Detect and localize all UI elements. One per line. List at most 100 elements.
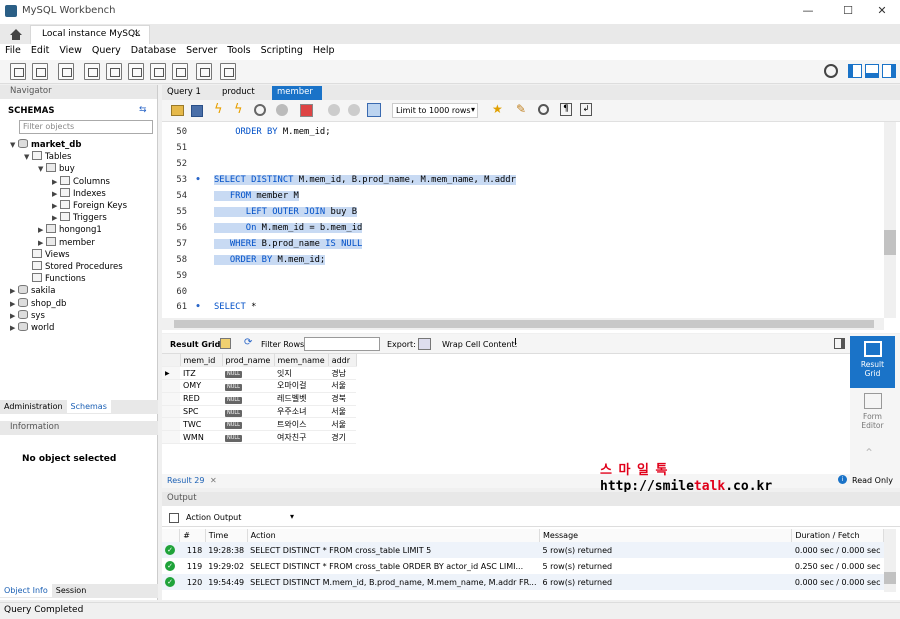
grid-cell[interactable]: NULL: [222, 430, 274, 445]
code-line[interactable]: 50 ORDER BY M.mem_id;: [162, 124, 884, 140]
output-mode-select[interactable]: Action Output ▾: [184, 511, 296, 525]
settings-gear-icon[interactable]: [824, 64, 838, 78]
row-selector[interactable]: [162, 392, 180, 406]
code-line[interactable]: 60: [162, 284, 884, 300]
grid-cell[interactable]: NULL: [222, 392, 274, 406]
toggle-continue-icon[interactable]: [300, 104, 313, 117]
connection-tab[interactable]: Local instance MySQL ✕: [30, 25, 150, 44]
menu-view[interactable]: View: [54, 44, 87, 58]
row-selector[interactable]: [162, 417, 180, 432]
code-line[interactable]: 58 ORDER BY M.mem_id;: [162, 252, 884, 268]
collapsed-arrow-icon[interactable]: ▶: [10, 312, 18, 320]
collapsed-arrow-icon[interactable]: ▶: [52, 202, 60, 210]
expanded-arrow-icon[interactable]: ▼: [38, 165, 46, 173]
autocommit-icon[interactable]: [367, 103, 381, 117]
execute-icon[interactable]: ϟ: [214, 102, 223, 117]
tree-item[interactable]: ▶ hongong1: [38, 224, 102, 235]
open-file-icon[interactable]: [171, 105, 184, 116]
tree-item[interactable]: ▶ world: [10, 322, 54, 333]
tab-administration[interactable]: Administration: [0, 400, 67, 413]
col-mem-id[interactable]: mem_id: [180, 354, 223, 368]
grid-cell[interactable]: SPC: [180, 405, 222, 419]
collapsed-arrow-icon[interactable]: ▶: [10, 324, 18, 332]
code-line[interactable]: 54 FROM member M: [162, 188, 884, 204]
output-row[interactable]: ✓ 118 19:28:38 SELECT DISTINCT * FROM cross…: [162, 542, 884, 558]
toggle-sidebar-icon[interactable]: [848, 64, 862, 78]
inspector-icon[interactable]: [58, 63, 74, 80]
find-icon[interactable]: [538, 104, 549, 115]
tree-item[interactable]: Stored Procedures: [24, 261, 123, 272]
grid-cell[interactable]: NULL: [222, 379, 274, 393]
code-line[interactable]: 55 LEFT OUTER JOIN buy B: [162, 204, 884, 220]
code-line[interactable]: 56 On M.mem_id = b.mem_id: [162, 220, 884, 236]
grid-cell[interactable]: NULL: [222, 366, 274, 381]
editor-horizontal-scrollbar[interactable]: [162, 318, 884, 330]
collapsed-arrow-icon[interactable]: ▶: [10, 287, 18, 295]
limit-rows-select[interactable]: Limit to 1000 rows ▾: [392, 103, 478, 118]
collapsed-arrow-icon[interactable]: ▶: [38, 239, 46, 247]
refresh-icon[interactable]: ⟳: [244, 337, 252, 348]
menu-tools[interactable]: Tools: [222, 44, 255, 58]
table-row[interactable]: SPC NULL 우주소녀 서울: [162, 405, 357, 419]
tree-item[interactable]: ▼ buy: [38, 163, 75, 174]
output-scroll-thumb[interactable]: [884, 572, 896, 584]
collapsed-arrow-icon[interactable]: ▶: [52, 190, 60, 198]
code-line[interactable]: 53 • SELECT DISTINCT M.mem_id, B.prod_name…: [162, 172, 884, 188]
menu-query[interactable]: Query: [87, 44, 126, 58]
tree-item[interactable]: ▶ Columns: [52, 175, 110, 187]
menu-file[interactable]: File: [0, 44, 26, 58]
explain-icon[interactable]: [254, 104, 266, 116]
new-sql-tab-icon[interactable]: [10, 63, 26, 80]
bookmark-star-icon[interactable]: ★: [492, 102, 503, 116]
grid-cell[interactable]: 트와이스: [274, 417, 329, 432]
tree-item[interactable]: ▶ Triggers: [52, 212, 107, 223]
tab-query-1[interactable]: Query 1: [162, 86, 206, 100]
current-row-arrow-icon[interactable]: ▶: [162, 366, 180, 381]
search-table-data-icon[interactable]: [196, 63, 212, 80]
collapsed-arrow-icon[interactable]: ▶: [10, 300, 18, 308]
rollback-icon[interactable]: [348, 104, 360, 116]
grid-cell[interactable]: TWC: [180, 417, 222, 432]
table-row[interactable]: WMN NULL 여자친구 경기: [162, 430, 357, 445]
home-icon[interactable]: [5, 25, 27, 43]
grid-cell[interactable]: WMN: [180, 430, 222, 445]
maximize-icon[interactable]: ☐: [838, 4, 858, 20]
tab-product[interactable]: product: [217, 86, 260, 100]
collapsed-arrow-icon[interactable]: ▶: [52, 178, 60, 186]
tab-result-29[interactable]: Result 29: [167, 476, 204, 485]
collapse-icon[interactable]: ⌃: [864, 446, 874, 460]
beautify-icon[interactable]: ✎: [516, 102, 526, 116]
code-line[interactable]: 51: [162, 140, 884, 156]
tab-object-info[interactable]: Object Info: [0, 584, 52, 597]
code-line[interactable]: 61 • SELECT *: [162, 299, 884, 315]
close-tab-icon[interactable]: ✕: [133, 29, 141, 39]
code-line[interactable]: 59: [162, 268, 884, 284]
menu-database[interactable]: Database: [126, 44, 181, 58]
filter-rows-input[interactable]: [304, 337, 380, 351]
editor-vertical-scrollbar[interactable]: [884, 122, 896, 318]
table-row[interactable]: RED NULL 레드벨벳 경북: [162, 392, 357, 406]
col-prod-name[interactable]: prod_name: [222, 354, 275, 368]
grid-cell[interactable]: 여자친구: [274, 430, 329, 445]
close-result-tab-icon[interactable]: ✕: [210, 476, 217, 485]
create-procedure-icon[interactable]: [150, 63, 166, 80]
table-row[interactable]: TWC NULL 트와이스 서울: [162, 417, 357, 432]
commit-icon[interactable]: [328, 104, 340, 116]
refresh-schemas-icon[interactable]: ⇆: [139, 105, 147, 115]
tree-item[interactable]: ▶ Indexes: [52, 187, 106, 199]
toggle-output-icon[interactable]: [865, 64, 879, 78]
tree-item[interactable]: ▶ Foreign Keys: [52, 200, 127, 211]
open-sql-file-icon[interactable]: [32, 63, 48, 80]
menu-edit[interactable]: Edit: [26, 44, 54, 58]
menu-scripting[interactable]: Scripting: [256, 44, 308, 58]
grid-cell[interactable]: ITZ: [180, 366, 222, 381]
editor-scroll-thumb[interactable]: [884, 230, 896, 255]
tab-schemas[interactable]: Schemas: [66, 400, 111, 413]
col-mem-name[interactable]: mem_name: [274, 354, 329, 368]
minimize-icon[interactable]: —: [798, 4, 818, 20]
tree-item[interactable]: ▼ market_db: [10, 139, 81, 150]
toggle-panel-icon[interactable]: [834, 338, 845, 349]
expanded-arrow-icon[interactable]: ▼: [10, 141, 18, 149]
table-row[interactable]: OMY NULL 오마이걸 서울: [162, 379, 357, 393]
code-line[interactable]: 57 WHERE B.prod_name IS NULL: [162, 236, 884, 252]
